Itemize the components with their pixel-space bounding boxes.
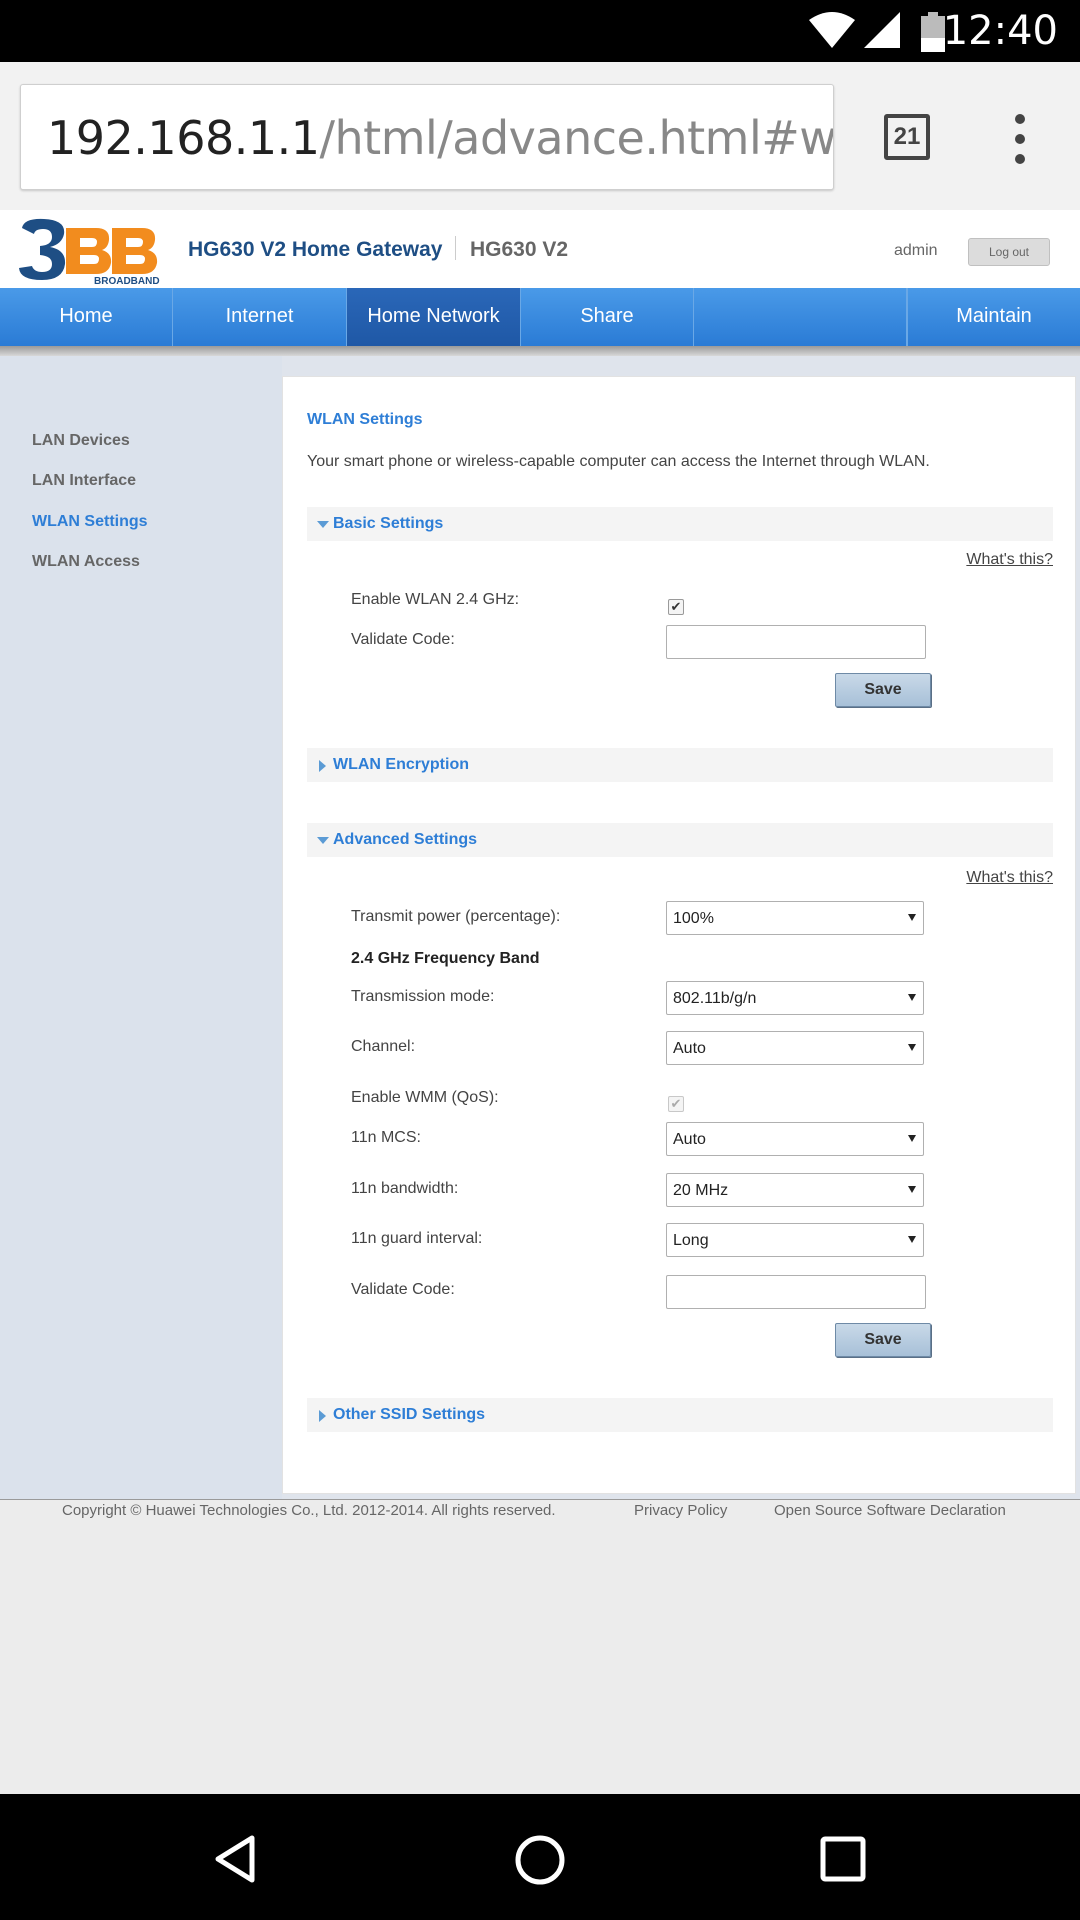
guard-interval-label: 11n guard interval: <box>351 1230 483 1247</box>
chevron-right-icon <box>319 1410 326 1422</box>
home-icon[interactable] <box>514 1834 566 1886</box>
dropdown-arrow-icon <box>908 914 916 921</box>
save-button[interactable]: Save <box>835 673 931 707</box>
sidebar-item-wlan-access[interactable]: WLAN Access <box>32 553 140 571</box>
logout-button[interactable]: Log out <box>968 238 1050 266</box>
enable-wlan-label: Enable WLAN 2.4 GHz: <box>351 591 520 608</box>
section-other-ssid-settings[interactable]: Other SSID Settings <box>307 1398 1053 1432</box>
copyright-text: Copyright © Huawei Technologies Co., Ltd… <box>62 1502 556 1519</box>
guard-interval-select[interactable]: Long <box>666 1223 924 1257</box>
wifi-icon <box>809 12 855 48</box>
bandwidth-select[interactable]: 20 MHz <box>666 1173 924 1207</box>
dropdown-arrow-icon <box>908 1186 916 1193</box>
enable-wmm-label: Enable WMM (QoS): <box>351 1089 499 1106</box>
footer-divider <box>0 1499 1080 1500</box>
channel-select[interactable]: Auto <box>666 1031 924 1065</box>
tab-switcher-button[interactable]: 21 <box>884 114 930 160</box>
section-basic-settings[interactable]: Basic Settings <box>307 507 1053 541</box>
bandwidth-label: 11n bandwidth: <box>351 1180 459 1197</box>
back-icon[interactable] <box>212 1834 258 1884</box>
chevron-right-icon <box>319 760 326 772</box>
cell-signal-icon <box>864 12 900 48</box>
username-label: admin <box>894 242 938 259</box>
transmit-power-label: Transmit power (percentage): <box>351 908 561 925</box>
section-wlan-encryption[interactable]: WLAN Encryption <box>307 748 1053 782</box>
page-title: WLAN Settings <box>307 411 423 428</box>
transmit-power-select[interactable]: 100% <box>666 901 924 935</box>
address-bar[interactable]: 192.168.1.1/html/advance.html#wlan <box>20 84 834 190</box>
select-value: Auto <box>673 1040 706 1057</box>
whats-this-link[interactable]: What's this? <box>966 869 1053 887</box>
open-source-link[interactable]: Open Source Software Declaration <box>774 1502 1006 1519</box>
band-heading: 2.4 GHz Frequency Band <box>351 950 540 967</box>
status-bar: 12:40 <box>0 0 1080 62</box>
select-value: Long <box>673 1232 709 1249</box>
nav-home-network[interactable]: Home Network <box>347 288 521 346</box>
chevron-down-icon <box>317 837 329 844</box>
svg-text:BROADBAND: BROADBAND <box>94 276 160 286</box>
product-model: HG630 V2 <box>470 238 569 261</box>
sidebar-item-lan-interface[interactable]: LAN Interface <box>32 472 136 490</box>
nav-maintain[interactable]: Maintain <box>907 288 1080 346</box>
main-nav: Home Internet Home Network Share Maintai… <box>0 288 1080 346</box>
privacy-policy-link[interactable]: Privacy Policy <box>634 1502 727 1519</box>
channel-label: Channel: <box>351 1038 416 1055</box>
transmission-mode-label: Transmission mode: <box>351 988 495 1005</box>
main-panel: WLAN Settings Your smart phone or wirele… <box>282 376 1076 1494</box>
sidebar-item-wlan-settings[interactable]: WLAN Settings <box>32 513 148 531</box>
select-value: 20 MHz <box>673 1182 729 1199</box>
validate-code-input[interactable] <box>666 625 926 659</box>
overflow-menu-icon[interactable] <box>1005 114 1035 164</box>
header-divider <box>455 236 456 260</box>
section-title: WLAN Encryption <box>333 756 469 773</box>
section-title: Basic Settings <box>333 515 444 532</box>
validate-code-label: Validate Code: <box>351 1281 455 1298</box>
clock: 12:40 <box>942 8 1058 54</box>
dropdown-arrow-icon <box>908 1236 916 1243</box>
sidebar-item-lan-devices[interactable]: LAN Devices <box>32 432 130 450</box>
validate-code-input[interactable] <box>666 1275 926 1309</box>
url-host: 192.168.1.1 <box>47 111 320 165</box>
mcs-label: 11n MCS: <box>351 1129 421 1146</box>
enable-wlan-checkbox[interactable]: ✔ <box>668 599 684 615</box>
section-title: Other SSID Settings <box>333 1406 486 1423</box>
nav-blank[interactable] <box>694 288 907 346</box>
browser-toolbar: 192.168.1.1/html/advance.html#wlan 21 <box>0 62 1080 210</box>
product-title: HG630 V2 Home Gateway <box>188 238 443 261</box>
3bb-logo: BROADBAND <box>19 218 160 286</box>
nav-shadow <box>0 346 1080 356</box>
dropdown-arrow-icon <box>908 1135 916 1142</box>
section-advanced-settings[interactable]: Advanced Settings <box>307 823 1053 857</box>
android-nav-bar <box>0 1794 1080 1920</box>
validate-code-label: Validate Code: <box>351 631 455 648</box>
dropdown-arrow-icon <box>908 1044 916 1051</box>
section-title: Advanced Settings <box>333 831 478 848</box>
nav-share[interactable]: Share <box>521 288 694 346</box>
select-value: Auto <box>673 1131 706 1148</box>
transmission-mode-select[interactable]: 802.11b/g/n <box>666 981 924 1015</box>
enable-wmm-checkbox[interactable]: ✔ <box>668 1096 684 1112</box>
router-header: BROADBAND HG630 V2 Home Gateway HG630 V2… <box>0 210 1080 288</box>
recents-icon[interactable] <box>820 1836 866 1882</box>
nav-internet[interactable]: Internet <box>173 288 347 346</box>
select-value: 100% <box>673 910 714 927</box>
dropdown-arrow-icon <box>908 994 916 1001</box>
url-text: 192.168.1.1/html/advance.html#wlan <box>47 111 834 165</box>
select-value: 802.11b/g/n <box>673 990 757 1007</box>
chevron-down-icon <box>317 521 329 528</box>
mcs-select[interactable]: Auto <box>666 1122 924 1156</box>
url-path: /html/advance.html#wlan <box>319 111 834 165</box>
sidebar: LAN Devices LAN Interface WLAN Settings … <box>0 356 282 1500</box>
save-button[interactable]: Save <box>835 1323 931 1357</box>
whats-this-link[interactable]: What's this? <box>966 551 1053 569</box>
page-description: Your smart phone or wireless-capable com… <box>307 453 930 470</box>
nav-home[interactable]: Home <box>0 288 173 346</box>
